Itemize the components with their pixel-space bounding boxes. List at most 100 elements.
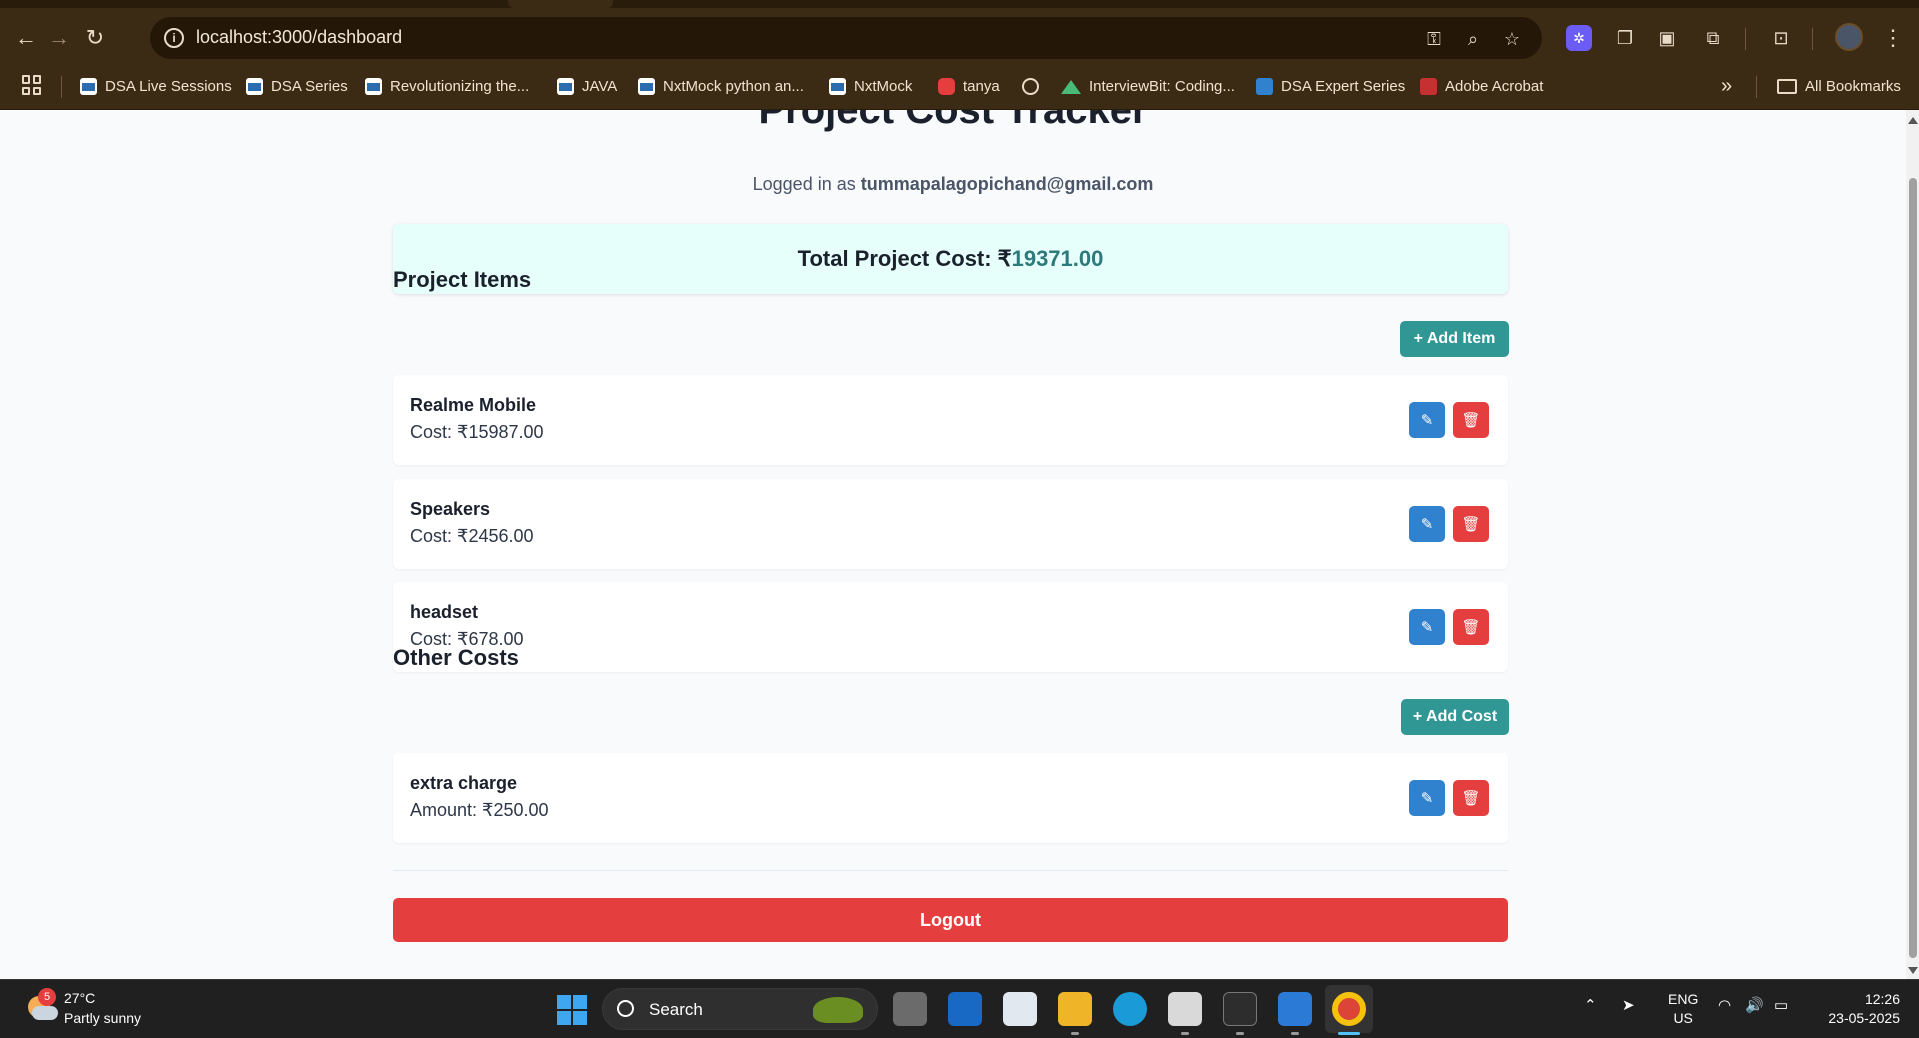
- trash-icon: 🗑: [1461, 619, 1481, 636]
- toolbar-divider: [1812, 28, 1813, 50]
- scroll-down-icon[interactable]: [1908, 967, 1918, 974]
- windows-taskbar: 5 27°C Partly sunny Search ⌃ ➤ ENG US ◠ …: [0, 979, 1919, 1038]
- bookmark-item[interactable]: [1022, 74, 1039, 98]
- task-view-icon[interactable]: [893, 992, 927, 1026]
- file-explorer-icon[interactable]: [1058, 992, 1092, 1026]
- bookmarks-overflow-icon[interactable]: »: [1721, 74, 1732, 98]
- item-cost: Cost: ₹2456.00: [410, 526, 534, 546]
- trash-icon: 🗑: [1461, 790, 1481, 807]
- total-cost-label: Total Project Cost:: [797, 246, 992, 271]
- delete-button[interactable]: 🗑: [1453, 402, 1489, 438]
- bookmark-label: tanya: [963, 77, 1000, 95]
- add-item-button[interactable]: + Add Item: [1400, 321, 1509, 357]
- delete-button[interactable]: 🗑: [1453, 506, 1489, 542]
- all-bookmarks-label: All Bookmarks: [1805, 77, 1901, 95]
- screenshot-icon[interactable]: ⊡: [1768, 25, 1794, 51]
- other-costs-heading: Other Costs: [393, 645, 519, 670]
- bookmark-item[interactable]: NxtMock python an...: [638, 74, 804, 98]
- scrollbar-thumb[interactable]: [1909, 178, 1917, 958]
- language-indicator[interactable]: ENG US: [1668, 990, 1698, 1028]
- taskbar-search[interactable]: Search: [602, 988, 878, 1030]
- edit-icon: ✎: [1420, 619, 1434, 636]
- clock-date: 23-05-2025: [1828, 1010, 1900, 1026]
- running-indicator: [1071, 1032, 1079, 1035]
- delete-button[interactable]: 🗑: [1453, 780, 1489, 816]
- running-indicator: [1236, 1032, 1244, 1035]
- snipping-tool-icon[interactable]: [1168, 992, 1202, 1026]
- list-item: extra charge Amount: ₹250.00 ✎ 🗑: [393, 753, 1508, 843]
- project-items-heading: Project Items: [393, 267, 532, 292]
- delete-button[interactable]: 🗑: [1453, 609, 1489, 645]
- bookmark-item[interactable]: Adobe Acrobat: [1420, 74, 1543, 98]
- terminal-icon[interactable]: [1223, 992, 1257, 1026]
- dashboard-page: Project Cost Tracker Logged in as tummap…: [0, 110, 1906, 979]
- apps-grid-icon[interactable]: [22, 75, 42, 95]
- extension-terminal-icon[interactable]: ▣: [1654, 25, 1680, 51]
- outlook-icon[interactable]: [948, 992, 982, 1026]
- location-icon[interactable]: ➤: [1622, 996, 1635, 1014]
- volume-icon[interactable]: 🔊: [1745, 996, 1764, 1014]
- edit-button[interactable]: ✎: [1409, 609, 1445, 645]
- nxtwave-favicon-icon: [829, 77, 846, 95]
- cost-amount: Amount: ₹250.00: [410, 800, 549, 820]
- battery-icon[interactable]: ▭: [1774, 996, 1788, 1014]
- nxtwave-favicon-icon: [557, 77, 574, 95]
- acrobat-favicon-icon: [1420, 77, 1437, 95]
- cloud-icon: [32, 1006, 58, 1020]
- edit-button[interactable]: ✎: [1409, 402, 1445, 438]
- vscode-icon[interactable]: [1278, 992, 1312, 1026]
- edit-icon: ✎: [1420, 516, 1434, 533]
- weather-widget[interactable]: 5: [24, 988, 64, 1028]
- bookmark-item[interactable]: tanya: [938, 74, 1000, 98]
- active-app-indicator: [1338, 1032, 1360, 1035]
- url-text[interactable]: localhost:3000/dashboard: [196, 27, 402, 48]
- zoom-icon[interactable]: ⌕: [1461, 27, 1485, 51]
- edit-icon: ✎: [1420, 790, 1434, 807]
- bookmark-item[interactable]: DSA Expert Series: [1256, 74, 1405, 98]
- extensions-puzzle-icon[interactable]: ⧉: [1700, 25, 1726, 51]
- chevron-up-icon[interactable]: ⌃: [1584, 996, 1597, 1014]
- edge-icon[interactable]: [1113, 992, 1147, 1026]
- bookmark-item[interactable]: InterviewBit: Coding...: [1061, 74, 1235, 98]
- bookmark-item[interactable]: Revolutionizing the...: [365, 74, 529, 98]
- bookmark-star-icon[interactable]: ☆: [1500, 27, 1524, 51]
- scroll-up-icon[interactable]: [1908, 117, 1918, 124]
- reload-icon[interactable]: ↻: [79, 22, 111, 54]
- microsoft-store-icon[interactable]: [1003, 992, 1037, 1026]
- extension-ai-icon[interactable]: ✲: [1566, 25, 1592, 51]
- bookmark-label: Revolutionizing the...: [390, 77, 530, 95]
- forward-icon[interactable]: →: [43, 22, 75, 54]
- chrome-icon[interactable]: [1332, 992, 1366, 1026]
- nxtwave-favicon-icon: [80, 77, 97, 95]
- bookmark-item[interactable]: DSA Live Sessions: [80, 74, 232, 98]
- page-title: Project Cost Tracker: [758, 110, 1148, 132]
- edit-icon: ✎: [1420, 412, 1434, 429]
- edit-button[interactable]: ✎: [1409, 780, 1445, 816]
- system-clock[interactable]: 12:26 23-05-2025: [1818, 990, 1900, 1028]
- windows-start-icon[interactable]: [557, 995, 587, 1025]
- wifi-icon[interactable]: ◠: [1718, 996, 1731, 1014]
- extension-window-icon[interactable]: ❐: [1612, 25, 1638, 51]
- bookmark-item[interactable]: DSA Series: [246, 74, 348, 98]
- page-scrollbar[interactable]: [1906, 110, 1919, 979]
- bookmark-label: DSA Series: [271, 77, 348, 95]
- logged-in-text: Logged in as tummapalagopichand@gmail.co…: [0, 174, 1906, 195]
- address-bar[interactable]: i localhost:3000/dashboard ⚿ ⌕ ☆: [150, 17, 1542, 59]
- edit-button[interactable]: ✎: [1409, 506, 1445, 542]
- all-bookmarks-button[interactable]: All Bookmarks: [1777, 74, 1901, 98]
- active-tab-edge[interactable]: [508, 0, 613, 8]
- profile-avatar[interactable]: [1835, 23, 1863, 51]
- password-key-icon[interactable]: ⚿: [1422, 27, 1446, 51]
- list-item: Realme Mobile Cost: ₹15987.00 ✎ 🗑: [393, 375, 1508, 465]
- menu-kebab-icon[interactable]: ⋮: [1877, 22, 1909, 54]
- bookmark-item[interactable]: NxtMock: [829, 74, 912, 98]
- site-info-icon[interactable]: i: [164, 28, 184, 48]
- add-cost-button[interactable]: + Add Cost: [1401, 699, 1509, 735]
- search-icon: [617, 1000, 634, 1017]
- item-cost: Cost: ₹15987.00: [410, 422, 544, 442]
- bookmark-item[interactable]: JAVA: [557, 74, 617, 98]
- bookmark-label: NxtMock python an...: [663, 77, 804, 95]
- nxtwave-favicon-icon: [246, 77, 263, 95]
- back-icon[interactable]: ←: [10, 22, 42, 54]
- logout-button[interactable]: Logout: [393, 898, 1508, 942]
